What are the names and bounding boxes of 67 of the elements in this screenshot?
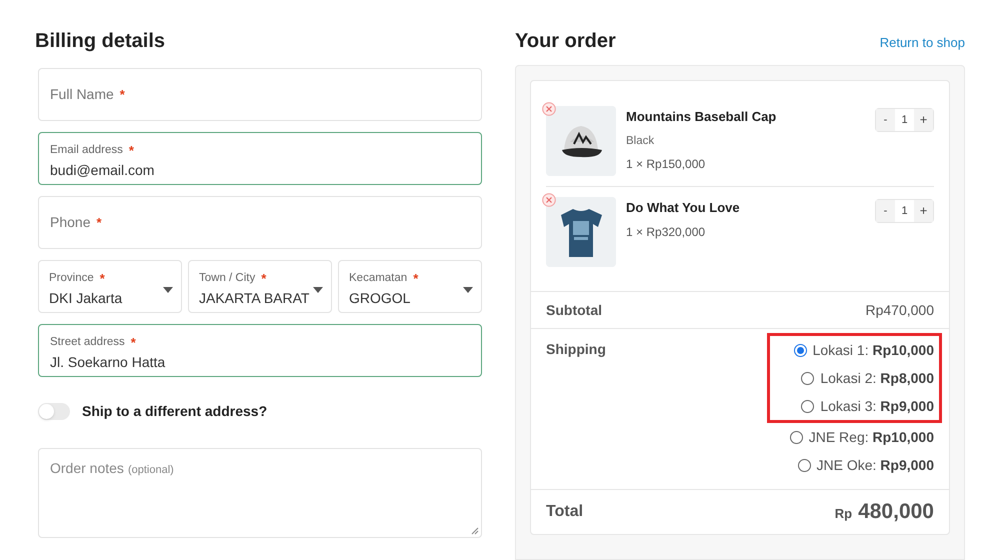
dropdown-arrow-icon <box>313 287 323 293</box>
decrease-button[interactable]: - <box>876 200 895 222</box>
radio-button[interactable] <box>801 400 814 412</box>
required-mark: * <box>130 336 136 350</box>
shipping-label: Shipping <box>546 340 606 359</box>
notes-label: Order notes <box>50 459 124 478</box>
decrease-button[interactable]: - <box>876 109 895 131</box>
required-mark: * <box>96 216 102 229</box>
total-currency: Rp <box>834 505 852 524</box>
shipping-option-label[interactable]: JNE Oke: Rp9,000 <box>816 454 934 476</box>
order-notes-field[interactable]: Order notes (optional) <box>38 448 482 538</box>
quantity-value: 1 <box>900 112 909 128</box>
field-value: GROGOL <box>349 289 412 308</box>
field-label: Full Name <box>50 85 114 104</box>
radio-button[interactable] <box>798 458 810 472</box>
required-mark: * <box>413 272 418 286</box>
subtotal-label: Subtotal <box>546 300 602 320</box>
product-variant: Black <box>626 134 656 148</box>
field-value: Jl. Soekarno Hatta <box>50 353 166 372</box>
field-label: Street address <box>50 335 125 350</box>
required-mark: * <box>120 88 125 101</box>
select-field[interactable]: Province * DKI Jakarta <box>38 260 182 313</box>
shipping-option-label[interactable]: Lokasi 2: Rp8,000 <box>820 368 934 388</box>
remove-icon[interactable] <box>542 102 556 116</box>
shipping-option-label[interactable]: JNE Reg: Rp10,000 <box>808 426 934 448</box>
field-label: Kecamatan <box>349 271 408 286</box>
radio-button[interactable] <box>794 344 807 356</box>
toggle-label: Ship to a different address? <box>82 402 268 421</box>
resize-handle-icon[interactable] <box>471 527 479 535</box>
dropdown-arrow-icon <box>163 287 173 293</box>
product-price: 1 × Rp320,000 <box>626 224 706 240</box>
required-mark: * <box>261 272 266 286</box>
required-mark: * <box>100 272 105 286</box>
quantity-value: 1 <box>900 204 909 219</box>
input-field[interactable]: Phone * <box>38 196 482 249</box>
total-value: 480,000 <box>858 499 934 526</box>
field-label: Email address <box>50 143 123 158</box>
toggle-switch[interactable] <box>38 403 70 420</box>
field-value: DKI Jakarta <box>49 289 122 308</box>
order-title: Your order <box>515 29 616 54</box>
field-label: Town / City <box>199 271 256 286</box>
return-link[interactable]: Return to shop <box>880 33 965 52</box>
radio-button[interactable] <box>790 430 803 444</box>
input-field[interactable]: Street address * Jl. Soekarno Hatta <box>38 324 482 377</box>
total-label: Total <box>546 502 584 522</box>
remove-icon[interactable] <box>542 193 556 207</box>
product-name: Mountains Baseball Cap <box>626 108 778 126</box>
optional-hint: (optional) <box>128 463 174 478</box>
increase-button[interactable]: + <box>914 200 933 222</box>
increase-button[interactable]: + <box>914 109 933 131</box>
input-field[interactable]: Full Name * <box>38 68 482 121</box>
field-value: budi@email.com <box>50 161 156 180</box>
input-field[interactable]: Email address * budi@email.com <box>38 132 482 185</box>
select-field[interactable]: Kecamatan * GROGOL <box>338 260 482 313</box>
radio-button[interactable] <box>801 372 814 384</box>
field-label: Phone <box>50 213 90 232</box>
shipping-option-label[interactable]: Lokasi 1: Rp10,000 <box>812 340 934 360</box>
field-label: Province <box>49 271 94 286</box>
product-name: Do What You Love <box>626 199 741 217</box>
required-mark: * <box>128 144 134 158</box>
field-value: JAKARTA BARAT <box>199 289 310 308</box>
dropdown-arrow-icon <box>463 287 473 293</box>
product-price: 1 × Rp150,000 <box>626 156 706 173</box>
shipping-option-label[interactable]: Lokasi 3: Rp9,000 <box>820 396 934 416</box>
select-field[interactable]: Town / City * JAKARTA BARAT <box>188 260 332 313</box>
billing-title: Billing details <box>35 29 166 52</box>
subtotal-value: Rp470,000 <box>865 300 934 320</box>
